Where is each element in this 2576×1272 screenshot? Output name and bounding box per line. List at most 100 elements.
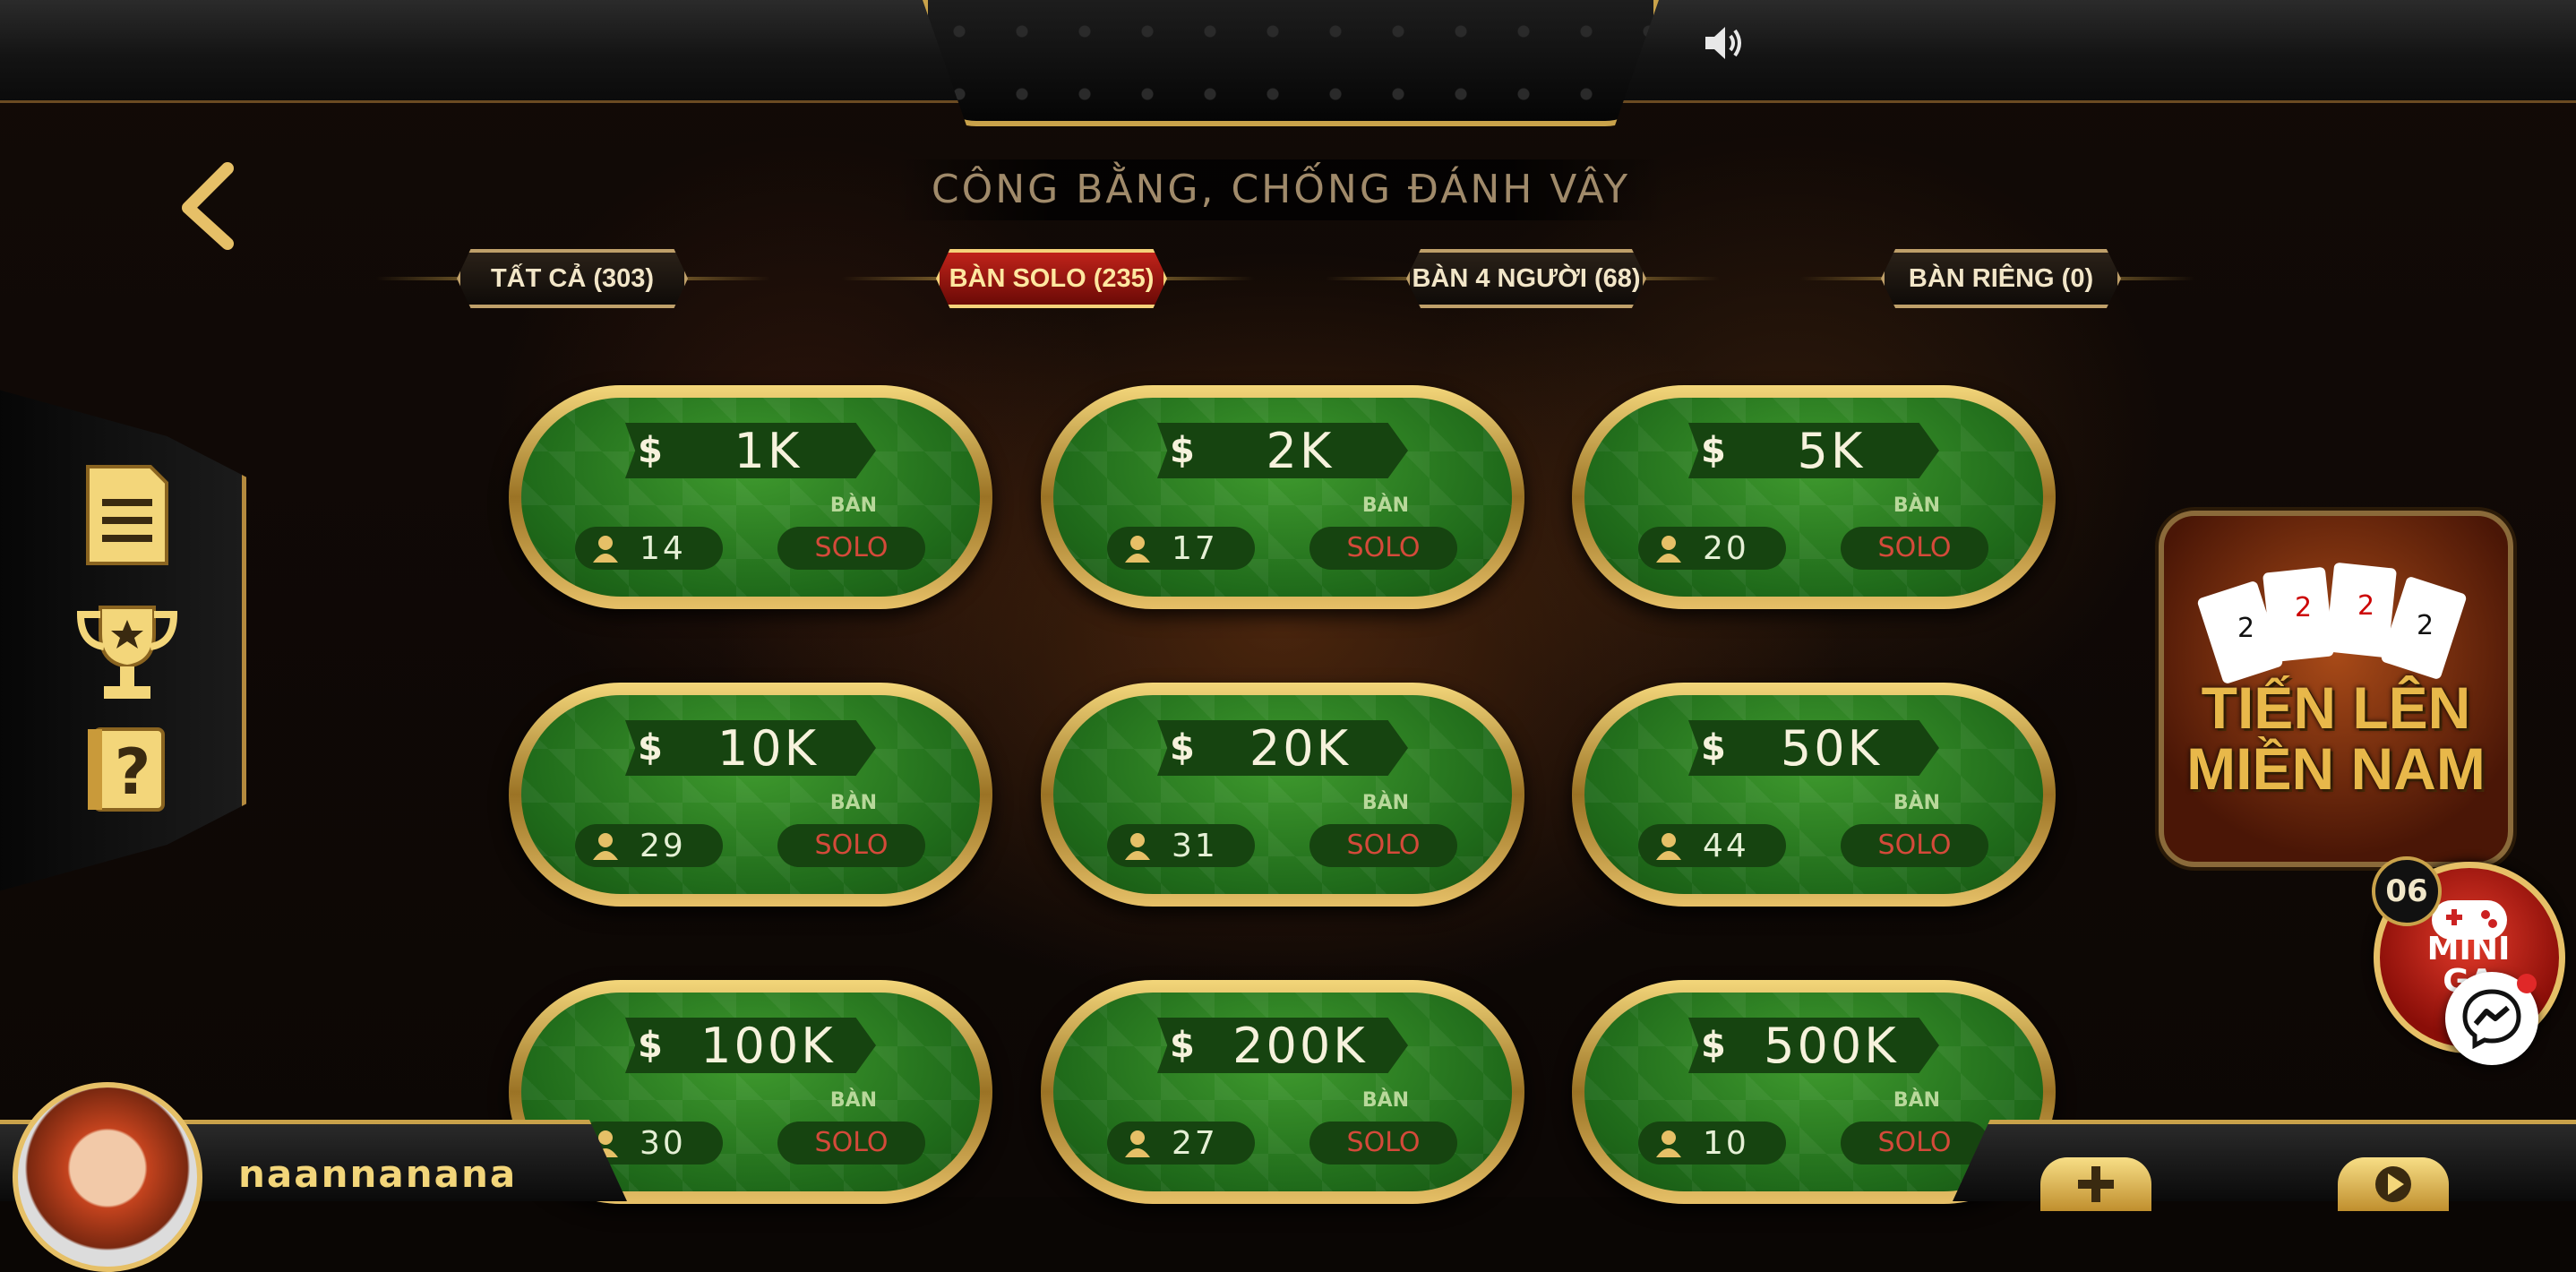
table-card[interactable]: $2K BÀN 17 SOLO xyxy=(1041,385,1524,609)
mini-game-count-badge: 06 xyxy=(2372,856,2442,926)
user-icon xyxy=(1125,833,1150,860)
dollar-icon: $ xyxy=(1701,727,1729,769)
player-count-value: 10 xyxy=(1703,1124,1749,1162)
play-button[interactable] xyxy=(2338,1157,2449,1211)
user-icon xyxy=(1656,1130,1681,1157)
player-count: 20 xyxy=(1638,527,1786,570)
table-card[interactable]: $200K BÀN 27 SOLO xyxy=(1041,980,1524,1204)
tab-four-players-label[interactable]: BÀN 4 NGƯỜI (68) xyxy=(1406,249,1646,308)
svg-text:2: 2 xyxy=(2357,590,2374,622)
bet-amount: $500K xyxy=(1688,1018,1939,1073)
user-icon xyxy=(1656,833,1681,860)
player-count: 44 xyxy=(1638,824,1786,867)
messenger-icon xyxy=(2462,989,2521,1049)
add-coins-button[interactable] xyxy=(2040,1157,2151,1211)
ban-label: BÀN xyxy=(1361,494,1410,517)
player-count: 29 xyxy=(575,824,723,867)
bet-amount-value: 200K xyxy=(1232,1017,1368,1074)
mode-label: SOLO xyxy=(777,527,925,570)
tab-all-label[interactable]: TẤT CẢ (303) xyxy=(457,249,688,308)
dollar-icon: $ xyxy=(1701,1025,1729,1066)
bet-amount-value: 500K xyxy=(1764,1017,1899,1074)
mode-label: SOLO xyxy=(1309,527,1457,570)
user-icon xyxy=(1125,1130,1150,1157)
user-icon xyxy=(593,536,618,563)
table-card[interactable]: $10K BÀN 29 SOLO xyxy=(509,683,992,907)
ban-label: BÀN xyxy=(1893,792,1941,814)
table-card[interactable]: $1K BÀN 14 SOLO xyxy=(509,385,992,609)
promo-title-line2: MIỀN NAM xyxy=(2186,735,2486,802)
user-icon xyxy=(1125,536,1150,563)
back-chevron-icon[interactable] xyxy=(176,161,238,251)
ban-label: BÀN xyxy=(1361,792,1410,814)
mode-label: SOLO xyxy=(1841,527,1988,570)
play-icon xyxy=(2375,1166,2411,1202)
player-count: 14 xyxy=(575,527,723,570)
tab-private[interactable]: BÀN RIÊNG (0) xyxy=(1800,249,2194,308)
svg-text:2: 2 xyxy=(2417,610,2434,641)
bet-amount: $2K xyxy=(1157,423,1408,478)
ban-label: BÀN xyxy=(829,1089,878,1112)
player-count-value: 20 xyxy=(1703,529,1749,567)
dollar-icon: $ xyxy=(638,727,665,769)
bet-amount: $20K xyxy=(1157,720,1408,776)
player-count-value: 27 xyxy=(1172,1124,1218,1162)
ban-label: BÀN xyxy=(829,494,878,517)
player-count: 10 xyxy=(1638,1122,1786,1165)
player-count: 31 xyxy=(1107,824,1255,867)
top-ornament-plate xyxy=(923,0,1659,126)
table-card[interactable]: $50K BÀN 44 SOLO xyxy=(1572,683,2056,907)
speaker-icon[interactable] xyxy=(1702,23,1745,63)
mode-label: SOLO xyxy=(1309,1122,1457,1165)
player-count-value: 31 xyxy=(1172,827,1218,864)
bet-amount-value: 100K xyxy=(700,1017,836,1074)
game-promo-tile[interactable]: 2 2 2 2 TIẾN LÊN MIỀN NAM xyxy=(2159,511,2513,867)
table-card[interactable]: $5K BÀN 20 SOLO xyxy=(1572,385,2056,609)
ban-label: BÀN xyxy=(1361,1089,1410,1112)
bet-amount-value: 10K xyxy=(717,719,819,777)
player-count-value: 29 xyxy=(640,827,686,864)
ban-label: BÀN xyxy=(1893,494,1941,517)
bet-amount: $100K xyxy=(625,1018,876,1073)
promo-title-line1: TIẾN LÊN xyxy=(2201,675,2471,741)
notification-dot xyxy=(2517,974,2537,993)
dollar-icon: $ xyxy=(1170,727,1198,769)
dollar-icon: $ xyxy=(1170,430,1198,471)
tab-solo-label[interactable]: BÀN SOLO (235) xyxy=(936,249,1167,308)
bet-amount-value: 2K xyxy=(1266,422,1335,479)
bet-amount: $50K xyxy=(1688,720,1939,776)
dollar-icon: $ xyxy=(1170,1025,1198,1066)
player-count-value: 44 xyxy=(1703,827,1749,864)
avatar[interactable] xyxy=(13,1082,202,1272)
trophy-icon[interactable] xyxy=(73,598,181,706)
user-icon xyxy=(1656,536,1681,563)
player-count: 17 xyxy=(1107,527,1255,570)
table-card[interactable]: $20K BÀN 31 SOLO xyxy=(1041,683,1524,907)
svg-text:2: 2 xyxy=(2295,592,2312,623)
tab-solo[interactable]: BÀN SOLO (235) xyxy=(842,249,1254,308)
player-count: 27 xyxy=(1107,1122,1255,1165)
tab-private-label[interactable]: BÀN RIÊNG (0) xyxy=(1881,249,2121,308)
playing-cards-icon: 2 2 2 2 xyxy=(2197,563,2467,683)
slogan-banner: CÔNG BẰNG, CHỐNG ĐÁNH VÂY xyxy=(896,159,1666,220)
mode-label: SOLO xyxy=(777,1122,925,1165)
username: naannanana xyxy=(238,1152,518,1196)
messenger-button[interactable] xyxy=(2445,972,2538,1065)
mode-label: SOLO xyxy=(1841,824,1988,867)
mode-label: SOLO xyxy=(777,824,925,867)
ban-label: BÀN xyxy=(829,792,878,814)
document-icon[interactable] xyxy=(73,461,181,569)
player-count-value: 30 xyxy=(640,1124,686,1162)
plus-icon xyxy=(2078,1166,2114,1202)
dollar-icon: $ xyxy=(638,1025,665,1066)
tab-four-players[interactable]: BÀN 4 NGƯỜI (68) xyxy=(1326,249,1720,308)
tab-all[interactable]: TẤT CẢ (303) xyxy=(376,249,770,308)
mode-label: SOLO xyxy=(1309,824,1457,867)
dollar-icon: $ xyxy=(1701,430,1729,471)
promo-title: TIẾN LÊN MIỀN NAM xyxy=(2164,677,2508,799)
bet-amount: $1K xyxy=(625,423,876,478)
user-icon xyxy=(593,833,618,860)
help-icon[interactable]: ? xyxy=(73,717,181,824)
player-count-value: 17 xyxy=(1172,529,1218,567)
player-count-value: 14 xyxy=(640,529,686,567)
